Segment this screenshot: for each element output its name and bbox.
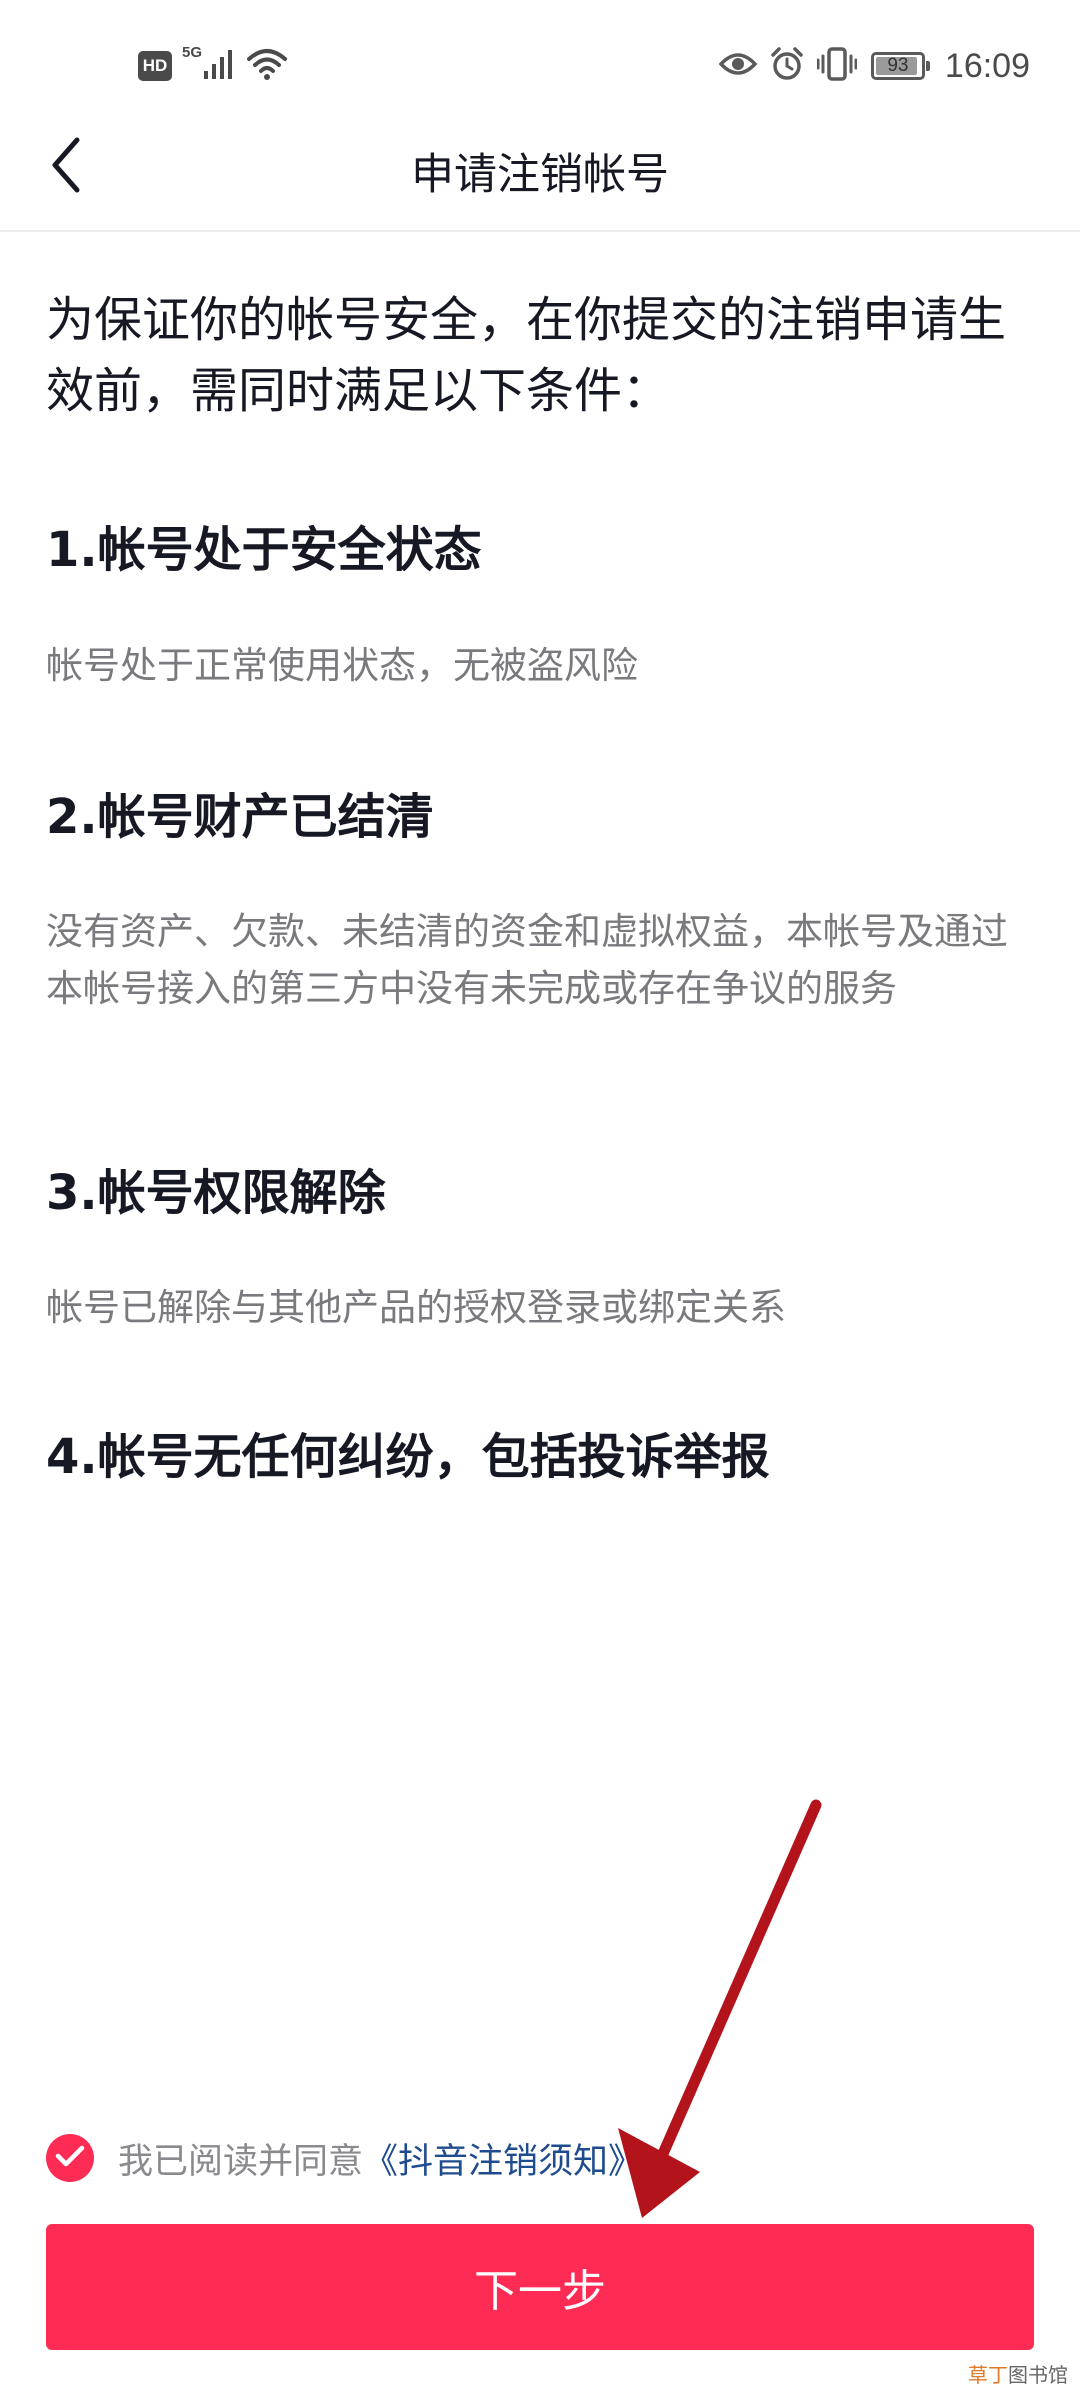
watermark: 草丁图书馆 <box>968 2359 1068 2388</box>
network-type-label: 5G <box>182 44 203 61</box>
watermark-accent: 草丁 <box>968 2363 1008 2387</box>
condition-desc-1: 帐号处于正常使用状态，无被盗风险 <box>46 644 638 687</box>
nav-bar: 申请注销帐号 <box>0 110 1080 232</box>
condition-desc-3: 帐号已解除与其他产品的授权登录或绑定关系 <box>46 1286 786 1329</box>
status-left: HD 5G <box>138 44 288 88</box>
intro-text: 为保证你的帐号安全，在你提交的注销申请生效前，需同时满足以下条件： <box>46 292 1007 419</box>
main-content: 为保证你的帐号安全，在你提交的注销申请生效前，需同时满足以下条件： 1.帐号处于… <box>46 285 1036 1485</box>
clock: 16:09 <box>944 46 1030 85</box>
wifi-icon <box>246 47 288 85</box>
battery-icon: 93 <box>870 52 930 80</box>
page-title: 申请注销帐号 <box>411 150 669 200</box>
agree-checkbox[interactable] <box>46 2134 94 2182</box>
hd-icon: HD <box>138 51 172 81</box>
signal-icon <box>202 47 236 85</box>
status-right: 93 16:09 <box>707 42 1030 90</box>
agreement-row: 我已阅读并同意 《抖音注销须知》 <box>46 2130 643 2186</box>
condition-title-3: 3.帐号权限解除 <box>46 1165 386 1221</box>
terms-link[interactable]: 《抖音注销须知》 <box>363 2133 643 2184</box>
eye-icon <box>718 49 758 83</box>
next-button[interactable]: 下一步 <box>46 2224 1034 2350</box>
condition-title-1: 1.帐号处于安全状态 <box>46 522 482 578</box>
watermark-text: 图书馆 <box>1008 2363 1068 2387</box>
checkmark-icon <box>55 2144 85 2172</box>
condition-desc-2: 没有资产、欠款、未结清的资金和虚拟权益，本帐号及通过本帐号接入的第三方中没有未完… <box>46 910 1008 1010</box>
battery-level-text: 93 <box>887 55 909 76</box>
vibrate-icon <box>816 46 858 86</box>
alarm-icon <box>769 46 805 86</box>
condition-title-2: 2.帐号财产已结清 <box>46 789 434 845</box>
agree-text: 我已阅读并同意 <box>118 2141 364 2182</box>
condition-title-4: 4.帐号无任何纠纷，包括投诉举报 <box>46 1429 770 1485</box>
